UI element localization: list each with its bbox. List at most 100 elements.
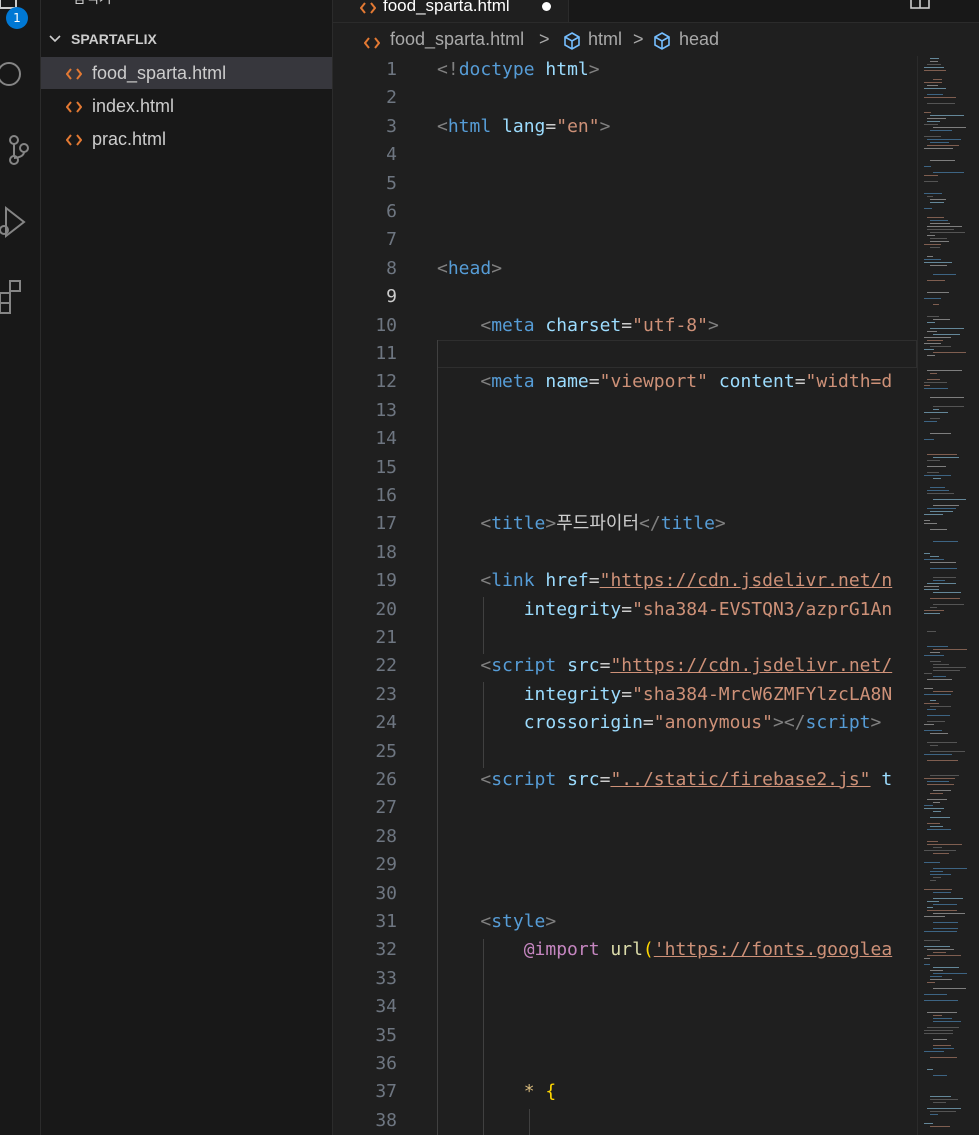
code-line[interactable]: 30 — [333, 880, 917, 908]
minimap-line — [927, 844, 962, 845]
code-line[interactable]: 18 — [333, 539, 917, 567]
breadcrumb-file[interactable]: food_sparta.html — [390, 29, 524, 50]
search-icon[interactable] — [0, 55, 40, 95]
unsaved-dot-icon[interactable] — [542, 2, 551, 11]
minimap-line — [933, 1015, 942, 1016]
file-item-prac[interactable]: prac.html — [41, 123, 332, 155]
code-line[interactable]: 12 <meta name="viewport" content="width=… — [333, 368, 917, 396]
code-line[interactable]: 8 <head> — [333, 255, 917, 283]
breadcrumb-head[interactable]: head — [679, 29, 719, 50]
minimap[interactable] — [917, 56, 979, 1135]
minimap-line — [927, 217, 944, 218]
minimap-line — [924, 553, 930, 554]
extensions-icon[interactable] — [0, 275, 40, 315]
minimap-line — [924, 889, 952, 890]
minimap-line — [930, 817, 950, 818]
minimap-line — [927, 907, 933, 908]
code-line[interactable]: 27 — [333, 794, 917, 822]
source-control-icon[interactable] — [0, 130, 40, 170]
minimap-line — [927, 226, 962, 227]
split-editor-icon[interactable] — [909, 0, 931, 18]
code-line[interactable]: 22 <script src="https://cdn.jsdelivr.net… — [333, 652, 917, 680]
code-line[interactable]: 32 @import url('https://fonts.googlea — [333, 936, 917, 964]
code-line[interactable]: 26 <script src="../static/firebase2.js" … — [333, 766, 917, 794]
code-line[interactable]: 23 integrity="sha384-MrcW6ZMFYlzcLA8N — [333, 681, 917, 709]
code-line[interactable]: 31 <style> — [333, 908, 917, 936]
minimap-line — [924, 730, 942, 731]
minimap-line — [924, 559, 944, 560]
breadcrumb-separator: > — [633, 29, 644, 49]
minimap-line — [933, 691, 953, 692]
file-item-food-sparta[interactable]: food_sparta.html — [41, 57, 332, 89]
code-line[interactable]: 3 <html lang="en"> — [333, 113, 917, 141]
code-token: crossorigin — [523, 712, 643, 734]
code-token: * — [523, 1081, 535, 1103]
code-line[interactable]: 4 — [333, 141, 917, 169]
code-token: html — [545, 59, 589, 80]
code-line[interactable]: 14 — [333, 425, 917, 453]
line-number: 34 — [375, 996, 397, 1018]
code-line[interactable]: 11 — [333, 340, 917, 368]
code-line[interactable]: 35 — [333, 1022, 917, 1050]
code-token: name — [545, 371, 589, 393]
code-token: integrity — [523, 683, 622, 705]
code-token: url — [610, 939, 643, 961]
code-line[interactable]: 16 — [333, 482, 917, 510]
line-number: 24 — [375, 712, 397, 734]
code-line[interactable]: 24 crossorigin="anonymous"></script> — [333, 709, 917, 737]
code-line[interactable]: 33 — [333, 965, 917, 993]
minimap-line — [930, 511, 953, 512]
breadcrumb-html[interactable]: html — [588, 29, 622, 50]
code-line[interactable]: 17 <title>푸드파이터</title> — [333, 510, 917, 538]
code-line[interactable]: 13 — [333, 397, 917, 425]
code-line[interactable]: 19 <link href="https://cdn.jsdelivr.net/… — [333, 567, 917, 595]
folder-spartaflix[interactable]: SPARTAFLIX — [41, 27, 332, 53]
code-line[interactable]: 10 <meta charset="utf-8"> — [333, 312, 917, 340]
file-name: food_sparta.html — [92, 63, 227, 83]
code-line[interactable]: 28 — [333, 823, 917, 851]
code-line[interactable]: 9 — [333, 283, 917, 311]
minimap-line — [924, 97, 956, 98]
minimap-line — [933, 904, 957, 905]
minimap-line — [930, 160, 955, 161]
code-line[interactable]: 36 — [333, 1050, 917, 1078]
code-line[interactable]: 25 — [333, 738, 917, 766]
code-token: meta — [491, 371, 535, 393]
minimap-line — [933, 913, 965, 914]
code-line[interactable]: 38 — [333, 1107, 917, 1135]
code-line[interactable]: 15 — [333, 454, 917, 482]
code-line[interactable]: 34 — [333, 993, 917, 1021]
code-line[interactable]: 1 <!doctype html> — [333, 56, 917, 84]
code-line[interactable]: 5 — [333, 170, 917, 198]
chevron-down-icon — [47, 31, 63, 51]
line-number: 30 — [375, 882, 397, 904]
minimap-line — [924, 655, 944, 656]
line-number: 35 — [375, 1024, 397, 1046]
line-number: 36 — [375, 1053, 397, 1074]
file-item-index[interactable]: index.html — [41, 90, 332, 122]
code-line[interactable]: 7 — [333, 226, 917, 254]
code-line[interactable]: 6 — [333, 198, 917, 226]
minimap-line — [924, 946, 950, 947]
line-text: @import url('https://fonts.googlea — [437, 936, 892, 964]
code-token: "https://cdn.jsdelivr.net/ — [610, 655, 893, 677]
minimap-line — [933, 319, 950, 320]
code-token: "en" — [556, 115, 600, 137]
minimap-line — [927, 781, 949, 782]
code-editor[interactable]: 1 <!doctype html> 2 3 <html lang="en"> 4 5 6 7 8 <… — [333, 56, 917, 1135]
run-debug-icon[interactable] — [0, 202, 40, 242]
tab-food-sparta[interactable]: food_sparta.html — [333, 0, 569, 22]
code-line[interactable]: 20 integrity="sha384-EVSTQN3/azprG1An — [333, 596, 917, 624]
code-line[interactable]: 37 * { — [333, 1078, 917, 1106]
code-line[interactable]: 21 — [333, 624, 917, 652]
code-line[interactable]: 2 — [333, 84, 917, 112]
code-token: src — [567, 769, 600, 790]
minimap-line — [933, 973, 967, 974]
code-line[interactable]: 29 — [333, 851, 917, 879]
minimap-line — [930, 1114, 938, 1115]
